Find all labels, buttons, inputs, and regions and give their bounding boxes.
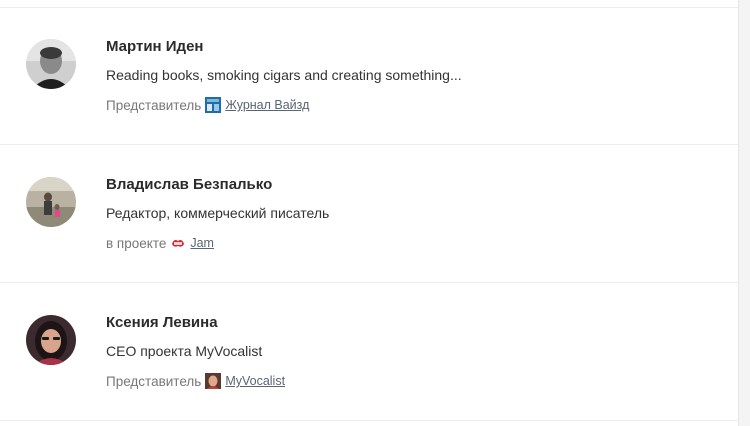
- person-role: Представитель Журнал Вайзд: [106, 97, 309, 113]
- person-card: Ксения Левина CEO проекта MyVocalist Пре…: [0, 284, 738, 421]
- person-card: Мартин Иден Reading books, smoking cigar…: [0, 8, 738, 145]
- role-prefix: Представитель: [106, 97, 202, 113]
- person-role: в проекте Jam: [106, 235, 214, 251]
- avatar[interactable]: [26, 177, 76, 227]
- person-bio: Редактор, коммерческий писатель: [106, 205, 330, 221]
- people-list-panel: Мартин Иден Reading books, smoking cigar…: [0, 0, 739, 426]
- avatar[interactable]: [26, 39, 76, 89]
- person-role: Представитель MyVocalist: [106, 373, 285, 389]
- org-link[interactable]: Журнал Вайзд: [225, 98, 309, 112]
- person-bio: CEO проекта MyVocalist: [106, 343, 263, 359]
- org-link[interactable]: Jam: [190, 236, 214, 250]
- avatar[interactable]: [26, 315, 76, 365]
- person-name[interactable]: Ксения Левина: [106, 314, 218, 331]
- role-prefix: Представитель: [106, 373, 202, 389]
- person-name[interactable]: Владислав Безпалько: [106, 176, 272, 193]
- person-bio: Reading books, smoking cigars and creati…: [106, 67, 462, 83]
- myvocalist-logo-icon: [205, 373, 222, 389]
- person-card: Владислав Безпалько Редактор, коммерческ…: [0, 146, 738, 283]
- wired-magazine-icon: [205, 97, 222, 113]
- role-prefix: в проекте: [106, 235, 167, 251]
- jam-logo-icon: [170, 235, 186, 251]
- org-link[interactable]: MyVocalist: [225, 374, 285, 388]
- person-name[interactable]: Мартин Иден: [106, 38, 204, 55]
